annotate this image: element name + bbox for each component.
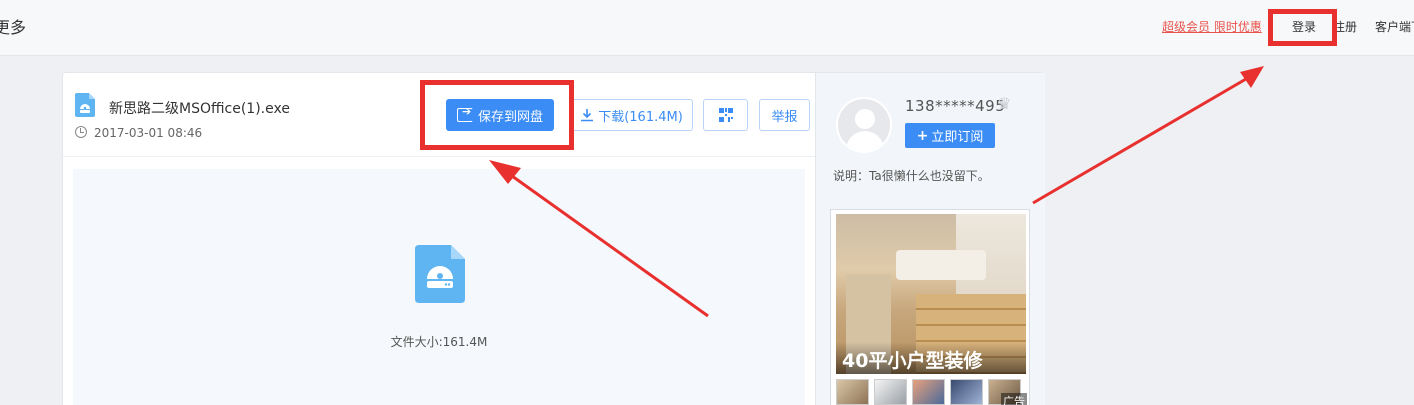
annotation-arrows	[489, 66, 1264, 318]
arrow-to-login-link	[1032, 70, 1259, 205]
arrow-to-save-button	[496, 164, 709, 318]
arrow-head-login	[1240, 66, 1264, 88]
